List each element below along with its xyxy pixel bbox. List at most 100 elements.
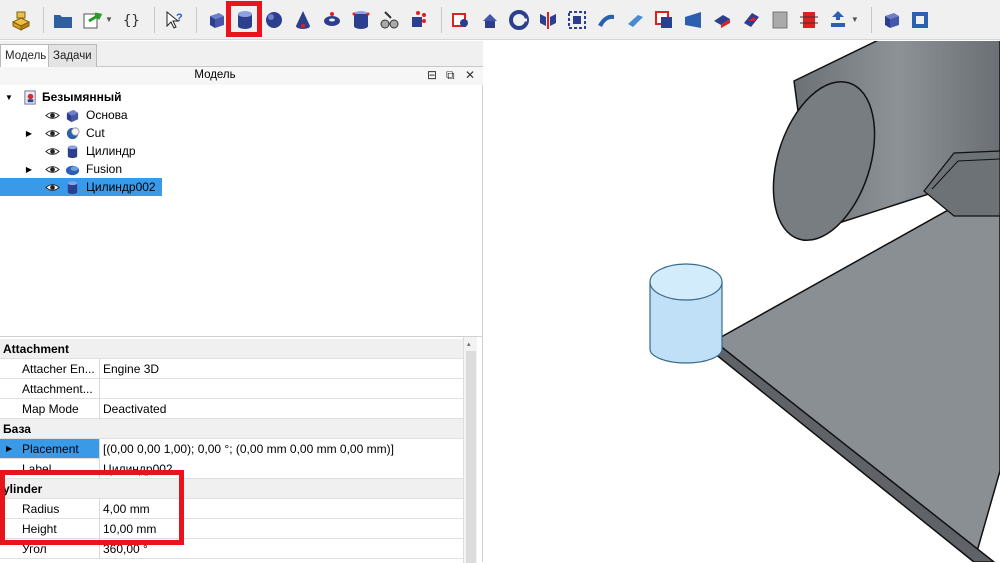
close-icon[interactable]: ✕ xyxy=(465,68,475,82)
primitives-icon[interactable] xyxy=(377,7,403,33)
shape-icon[interactable] xyxy=(907,7,933,33)
tree-item-label: Цилиндр xyxy=(86,144,136,158)
make-face-icon[interactable] xyxy=(622,7,648,33)
chevron-right-icon[interactable]: ▶ xyxy=(6,444,12,453)
fillet-icon[interactable] xyxy=(564,7,590,33)
property-value[interactable]: [(0,00 0,00 1,00); 0,00 °; (0,00 mm 0,00… xyxy=(100,438,463,459)
create-primitives-icon[interactable] xyxy=(448,7,474,33)
scrollbar-thumb[interactable] xyxy=(466,351,476,563)
property-row-height[interactable]: Height 10,00 mm xyxy=(0,518,463,539)
section-icon[interactable] xyxy=(738,7,764,33)
cylinder-tool-icon[interactable] xyxy=(225,0,262,37)
cylinder-icon xyxy=(64,143,80,159)
tree-item[interactable]: ▶ Cut xyxy=(0,124,483,142)
chamfer-icon[interactable] xyxy=(593,7,619,33)
svg-text:{}: {} xyxy=(123,13,140,29)
property-group-attachment[interactable]: Attachment xyxy=(0,339,463,359)
chevron-right-icon[interactable]: ▶ xyxy=(24,165,34,174)
panel-title: Модель xyxy=(194,69,236,81)
tree-item[interactable]: ▶ Fusion xyxy=(0,160,483,178)
document-icon xyxy=(22,89,38,105)
property-row[interactable]: Map Mode Deactivated xyxy=(0,398,463,419)
tree-root[interactable]: ▼ Безымянный xyxy=(0,88,483,106)
part-workbench-icon[interactable] xyxy=(8,7,34,33)
tab-model[interactable]: Модель xyxy=(0,44,52,68)
property-value[interactable]: Цилиндр002 xyxy=(100,462,173,476)
tree-root-label: Безымянный xyxy=(42,90,122,104)
property-name: Угол xyxy=(0,538,100,559)
model-tree: ▼ Безымянный Основа ▶ Cut Цилиндр ▶ Fusi… xyxy=(0,84,483,334)
chevron-down-icon[interactable]: ▼ xyxy=(105,15,113,24)
tree-item-label: Основа xyxy=(86,108,128,122)
svg-text:?: ? xyxy=(176,12,183,24)
property-row[interactable]: Attacher En... Engine 3D xyxy=(0,358,463,379)
property-name: Map Mode xyxy=(0,398,100,419)
base-plate[interactable] xyxy=(713,180,1000,562)
cross-sections-icon[interactable] xyxy=(767,7,793,33)
cylinder-icon xyxy=(64,179,80,195)
3d-viewport[interactable] xyxy=(484,41,1000,562)
visibility-eye-icon[interactable] xyxy=(44,143,60,159)
visibility-eye-icon[interactable] xyxy=(44,161,60,177)
box-icon xyxy=(64,107,80,123)
combo-view: Модель Задачи Модель ⊟ ⧉ ✕ ▼ Безымянный … xyxy=(0,41,483,563)
extrude-icon[interactable] xyxy=(477,7,503,33)
cone-icon[interactable] xyxy=(290,7,316,33)
measure-icon[interactable] xyxy=(878,7,904,33)
visibility-eye-icon[interactable] xyxy=(44,125,60,141)
tree-item-label: Fusion xyxy=(86,162,123,176)
combo-tabs: Модель Задачи xyxy=(0,41,483,68)
revolve-icon[interactable] xyxy=(506,7,532,33)
scroll-up-icon[interactable]: ▴ xyxy=(467,340,471,348)
torus-icon[interactable] xyxy=(319,7,345,33)
property-row[interactable]: Attachment... xyxy=(0,378,463,399)
property-group-base[interactable]: База xyxy=(0,419,463,439)
collapse-icon[interactable]: ⊟ xyxy=(427,68,437,82)
tree-item-selected[interactable]: Цилиндр002 xyxy=(0,178,162,196)
loft-icon[interactable] xyxy=(680,7,706,33)
tree-item[interactable]: Основа xyxy=(0,106,483,124)
ruled-surface-icon[interactable] xyxy=(651,7,677,33)
float-icon[interactable]: ⧉ xyxy=(446,68,455,83)
property-name: Radius xyxy=(0,498,100,519)
property-value[interactable]: Engine 3D xyxy=(100,362,159,376)
property-value[interactable]: 4,00 mm xyxy=(100,502,150,516)
macro-icon[interactable]: {} xyxy=(119,7,145,33)
shape-builder-icon[interactable] xyxy=(406,7,432,33)
thickness-icon[interactable] xyxy=(825,7,851,33)
visibility-eye-icon[interactable] xyxy=(44,179,60,195)
3d-scene xyxy=(649,41,1000,562)
property-row-placement[interactable]: ▶ Placement [(0,00 0,00 1,00); 0,00 °; (… xyxy=(0,438,463,459)
property-row-radius[interactable]: Radius 4,00 mm xyxy=(0,498,463,519)
property-name: Placement xyxy=(0,438,100,459)
property-value[interactable]: 10,00 mm xyxy=(100,522,156,536)
property-name: Attacher En... xyxy=(0,358,100,379)
whats-this-icon[interactable]: ? xyxy=(161,7,187,33)
property-value[interactable]: Deactivated xyxy=(100,402,166,416)
export-icon[interactable] xyxy=(79,7,105,33)
tube-icon[interactable] xyxy=(348,7,374,33)
property-value[interactable]: 360,00 ° xyxy=(100,542,148,556)
tree-item-label: Cut xyxy=(86,126,105,140)
model-panel-header: Модель ⊟ ⧉ ✕ xyxy=(0,67,483,85)
chevron-right-icon[interactable]: ▶ xyxy=(24,129,34,138)
visibility-eye-icon[interactable] xyxy=(44,107,60,123)
offset-icon[interactable] xyxy=(796,7,822,33)
property-name: Attachment... xyxy=(0,378,100,399)
chevron-down-icon[interactable]: ▼ xyxy=(851,15,859,24)
property-scrollbar[interactable]: ▴ xyxy=(463,337,477,563)
tab-tasks[interactable]: Задачи xyxy=(48,44,97,67)
property-row[interactable]: Label Цилиндр002 xyxy=(0,458,463,479)
property-name: Height xyxy=(0,518,100,539)
tree-item-label: Цилиндр002 xyxy=(86,180,156,194)
cut-icon xyxy=(64,125,80,141)
property-row-angle[interactable]: Угол 360,00 ° xyxy=(0,538,463,559)
chevron-down-icon[interactable]: ▼ xyxy=(4,93,14,102)
property-group-cylinder[interactable]: ylinder xyxy=(0,479,463,499)
mirror-icon[interactable] xyxy=(535,7,561,33)
tree-item[interactable]: Цилиндр xyxy=(0,142,483,160)
sweep-icon[interactable] xyxy=(709,7,735,33)
property-name: Label xyxy=(0,458,100,479)
sphere-icon[interactable] xyxy=(261,7,287,33)
open-folder-icon[interactable] xyxy=(50,7,76,33)
